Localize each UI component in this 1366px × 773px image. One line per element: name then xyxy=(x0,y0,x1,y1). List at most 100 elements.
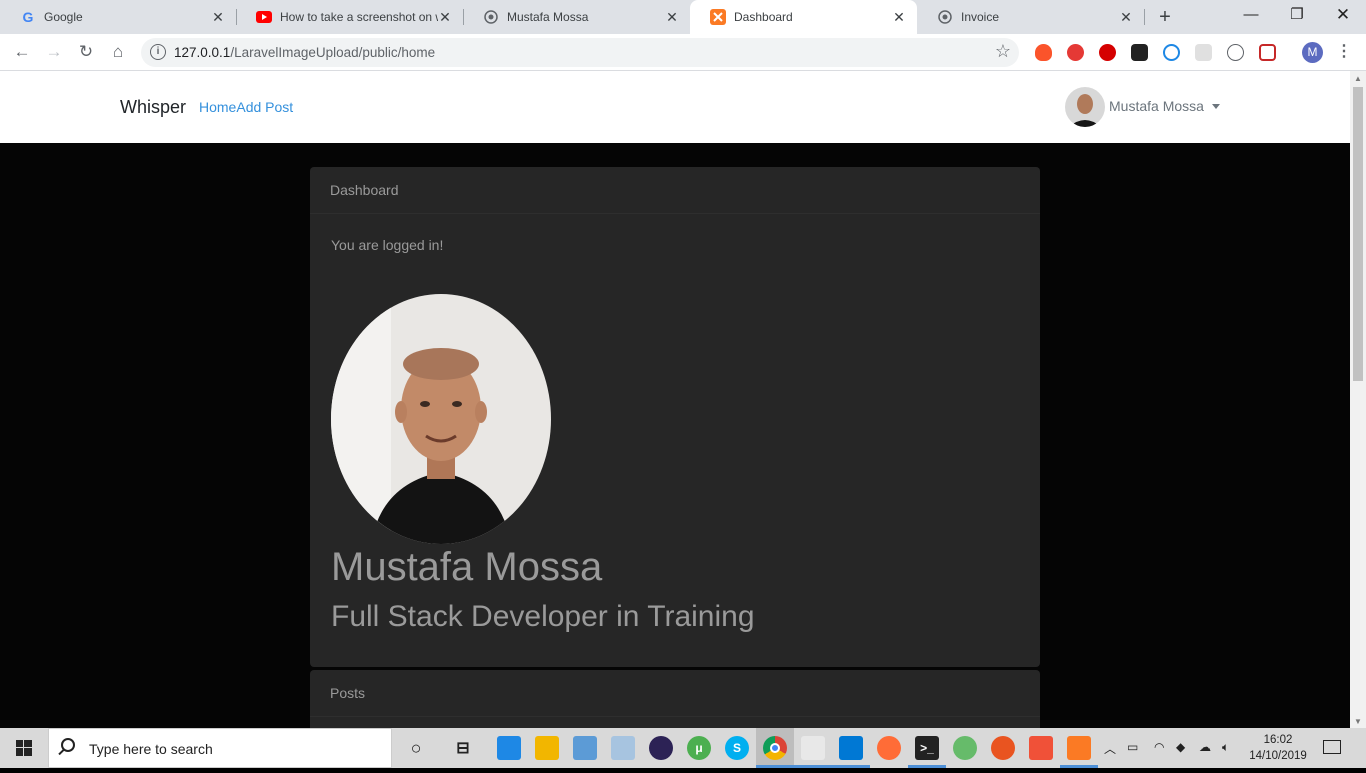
eclipse-icon[interactable] xyxy=(649,736,673,760)
tab-title: How to take a screenshot on w xyxy=(280,10,438,24)
profile-photo xyxy=(331,294,551,544)
google-g-icon: G xyxy=(22,9,34,25)
wifi-icon[interactable]: ◠ xyxy=(1154,740,1164,754)
skype-icon[interactable]: S xyxy=(725,736,749,760)
close-tab-icon[interactable]: ✕ xyxy=(210,9,226,26)
page-viewport: Whisper Home Add Post Mustafa Mossa Dashb… xyxy=(0,71,1350,728)
extension-red-icon[interactable] xyxy=(1067,44,1084,61)
forward-button[interactable]: → xyxy=(42,40,66,64)
close-window-button[interactable]: ✕ xyxy=(1320,0,1366,30)
posts-card-header: Posts xyxy=(310,670,1040,717)
cortana-icon[interactable]: ○ xyxy=(404,736,428,760)
windows-logo-icon xyxy=(16,740,32,756)
app-icon-blue[interactable] xyxy=(497,736,521,760)
extension-search-icon[interactable] xyxy=(1163,44,1180,61)
address-bar[interactable]: i 127.0.0.1/LaravelImageUpload/public/ho… xyxy=(141,38,1019,67)
url-host: 127.0.0.1 xyxy=(174,45,231,60)
brave-shield-icon[interactable] xyxy=(1035,44,1052,61)
onedrive-icon[interactable]: ☁ xyxy=(1199,740,1211,754)
dashboard-card-header: Dashboard xyxy=(310,167,1040,214)
globe-icon xyxy=(937,9,953,25)
windows-taskbar: Type here to search ○ ⊟ μ S >_ ︿ ▭ ◠ ◆ ☁… xyxy=(0,728,1366,768)
adblock-icon[interactable] xyxy=(1099,44,1116,61)
tab-title: Google xyxy=(44,10,83,24)
tab-title: Mustafa Mossa xyxy=(507,10,589,24)
site-info-icon[interactable]: i xyxy=(150,44,166,60)
tab-invoice[interactable]: Invoice ✕ xyxy=(917,0,1144,34)
browser-tab-strip: G Google ✕ How to take a screenshot on w… xyxy=(0,0,1366,34)
tab-google[interactable]: G Google ✕ xyxy=(0,0,236,34)
chrome-icon[interactable] xyxy=(763,736,787,760)
close-tab-icon[interactable]: ✕ xyxy=(1118,9,1134,26)
file-explorer-icon[interactable] xyxy=(535,736,559,760)
search-icon xyxy=(61,738,75,752)
posts-card: Posts xyxy=(310,670,1040,728)
close-tab-icon[interactable]: ✕ xyxy=(891,9,907,26)
pocket-icon[interactable] xyxy=(1259,44,1276,61)
youtube-icon xyxy=(256,9,272,25)
tab-title: Invoice xyxy=(961,10,1000,24)
windows-start-button[interactable] xyxy=(0,728,48,768)
ubuntu-icon[interactable] xyxy=(991,736,1015,760)
globe-icon xyxy=(483,9,499,25)
nav-links: Home Add Post xyxy=(199,99,293,115)
user-avatar[interactable] xyxy=(1065,87,1105,127)
task-view-icon[interactable]: ⊟ xyxy=(451,736,475,760)
vscode-icon[interactable] xyxy=(839,736,863,760)
profile-role: Full Stack Developer in Training xyxy=(331,600,755,633)
tab-separator xyxy=(1144,9,1145,25)
app-navbar: Whisper Home Add Post Mustafa Mossa xyxy=(0,71,1350,143)
atom-icon[interactable] xyxy=(953,736,977,760)
chevron-down-icon[interactable] xyxy=(1212,104,1220,109)
xampp-icon xyxy=(710,9,726,25)
app-icon-ink[interactable] xyxy=(573,736,597,760)
terminal-icon[interactable]: >_ xyxy=(915,736,939,760)
extension-code-icon[interactable] xyxy=(1227,44,1244,61)
scroll-up-arrow-icon[interactable]: ▲ xyxy=(1354,74,1362,83)
bookmark-star-icon[interactable]: ☆ xyxy=(995,41,1011,62)
xampp-taskbar-icon[interactable] xyxy=(1067,736,1091,760)
close-tab-icon[interactable]: ✕ xyxy=(437,9,453,26)
utorrent-icon[interactable]: μ xyxy=(687,736,711,760)
swift-icon[interactable] xyxy=(1029,736,1053,760)
home-button[interactable]: ⌂ xyxy=(106,40,130,64)
tab-mustafa-mossa[interactable]: Mustafa Mossa ✕ xyxy=(463,0,690,34)
reload-button[interactable]: ↻ xyxy=(74,40,98,64)
sourcetree-icon[interactable] xyxy=(801,736,825,760)
profile-avatar[interactable]: M xyxy=(1302,42,1323,63)
taskbar-clock[interactable]: 16:02 14/10/2019 xyxy=(1246,732,1310,764)
url-text: 127.0.0.1/LaravelImageUpload/public/home xyxy=(174,45,435,60)
nav-link-home[interactable]: Home xyxy=(199,99,236,115)
restore-button[interactable]: ❐ xyxy=(1274,0,1320,30)
app-icon-docs[interactable] xyxy=(611,736,635,760)
url-path: /LaravelImageUpload/public/home xyxy=(230,45,436,60)
search-placeholder: Type here to search xyxy=(89,741,213,757)
minimize-button[interactable]: — xyxy=(1228,0,1274,30)
back-button[interactable]: ← xyxy=(10,40,34,64)
clock-time: 16:02 xyxy=(1263,734,1293,746)
dropbox-icon[interactable]: ◆ xyxy=(1176,740,1185,754)
scrollbar-thumb[interactable] xyxy=(1353,87,1363,381)
brand-link[interactable]: Whisper xyxy=(120,97,186,118)
new-tab-button[interactable]: + xyxy=(1152,4,1178,30)
tab-title: Dashboard xyxy=(734,10,793,24)
login-status-text: You are logged in! xyxy=(331,237,444,253)
user-menu-toggle[interactable]: Mustafa Mossa xyxy=(1109,98,1204,114)
scroll-down-arrow-icon[interactable]: ▼ xyxy=(1354,717,1362,726)
tab-youtube[interactable]: How to take a screenshot on w ✕ xyxy=(236,0,463,34)
dashboard-card: Dashboard You are logged in! Mustafa Mos… xyxy=(310,167,1040,667)
page-scrollbar[interactable]: ▲ ▼ xyxy=(1350,71,1366,728)
extension-cube-icon[interactable] xyxy=(1131,44,1148,61)
volume-icon[interactable]: 🔈︎ xyxy=(1222,740,1229,755)
clock-date: 14/10/2019 xyxy=(1249,750,1307,762)
postman-icon[interactable] xyxy=(877,736,901,760)
battery-icon[interactable]: ▭ xyxy=(1127,740,1138,754)
browser-menu-icon[interactable]: ⋮ xyxy=(1336,41,1352,61)
notification-center-icon[interactable] xyxy=(1323,740,1341,754)
taskbar-search-box[interactable]: Type here to search xyxy=(48,728,392,768)
extension-grey-icon[interactable] xyxy=(1195,44,1212,61)
tab-dashboard[interactable]: Dashboard ✕ xyxy=(690,0,917,34)
nav-link-add-post[interactable]: Add Post xyxy=(236,99,293,115)
tray-overflow-chevron-icon[interactable]: ︿ xyxy=(1104,740,1116,757)
close-tab-icon[interactable]: ✕ xyxy=(664,9,680,26)
